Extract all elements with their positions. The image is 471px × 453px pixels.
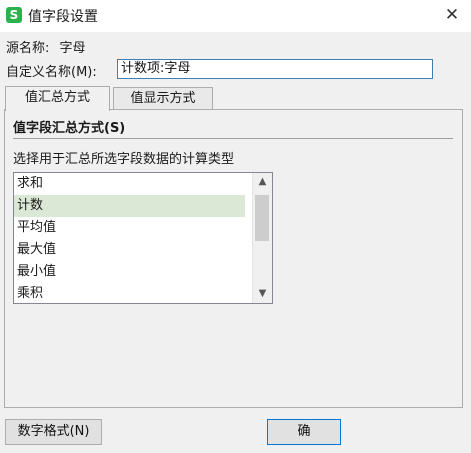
list-item-count[interactable]: 计数 [14, 195, 245, 217]
custom-name-label: 自定义名称(M): [6, 65, 97, 80]
summary-tab-panel: 值字段汇总方式(S) 选择用于汇总所选字段数据的计算类型 求和 计数 平均值 最… [4, 109, 463, 408]
list-item-product[interactable]: 乘积 [14, 283, 245, 303]
custom-name-input[interactable] [117, 59, 433, 79]
scrollbar-thumb[interactable] [255, 195, 269, 241]
ok-button[interactable]: 确 [267, 419, 341, 445]
source-name-row: 源名称: 字母 [6, 37, 86, 56]
dialog-body: 源名称: 字母 自定义名称(M): 值汇总方式 值显示方式 值字段汇总方式(S)… [0, 32, 471, 453]
list-scrollbar[interactable]: ▲ ▼ [252, 173, 272, 303]
list-item-min[interactable]: 最小值 [14, 261, 245, 283]
section-heading: 值字段汇总方式(S) [13, 121, 126, 136]
list-item-max[interactable]: 最大值 [14, 239, 245, 261]
window-title: 值字段设置 [28, 9, 98, 25]
title-bar: S 值字段设置 ✕ [0, 0, 471, 32]
wps-app-icon: S [6, 7, 22, 23]
tab-display-method[interactable]: 值显示方式 [113, 87, 213, 110]
source-name-value: 字母 [59, 41, 86, 56]
list-item-sum[interactable]: 求和 [14, 173, 245, 195]
number-format-button[interactable]: 数字格式(N) [5, 419, 102, 445]
calculation-type-list[interactable]: 求和 计数 平均值 最大值 最小值 乘积 ▲ ▼ [13, 172, 273, 304]
close-icon[interactable]: ✕ [440, 4, 464, 26]
list-item-average[interactable]: 平均值 [14, 217, 245, 239]
scroll-up-icon[interactable]: ▲ [253, 173, 272, 191]
list-caption: 选择用于汇总所选字段数据的计算类型 [13, 152, 235, 167]
section-divider [13, 138, 453, 139]
scroll-down-icon[interactable]: ▼ [253, 285, 272, 303]
source-name-label: 源名称: [6, 41, 50, 56]
tab-summary-method[interactable]: 值汇总方式 [5, 86, 110, 111]
